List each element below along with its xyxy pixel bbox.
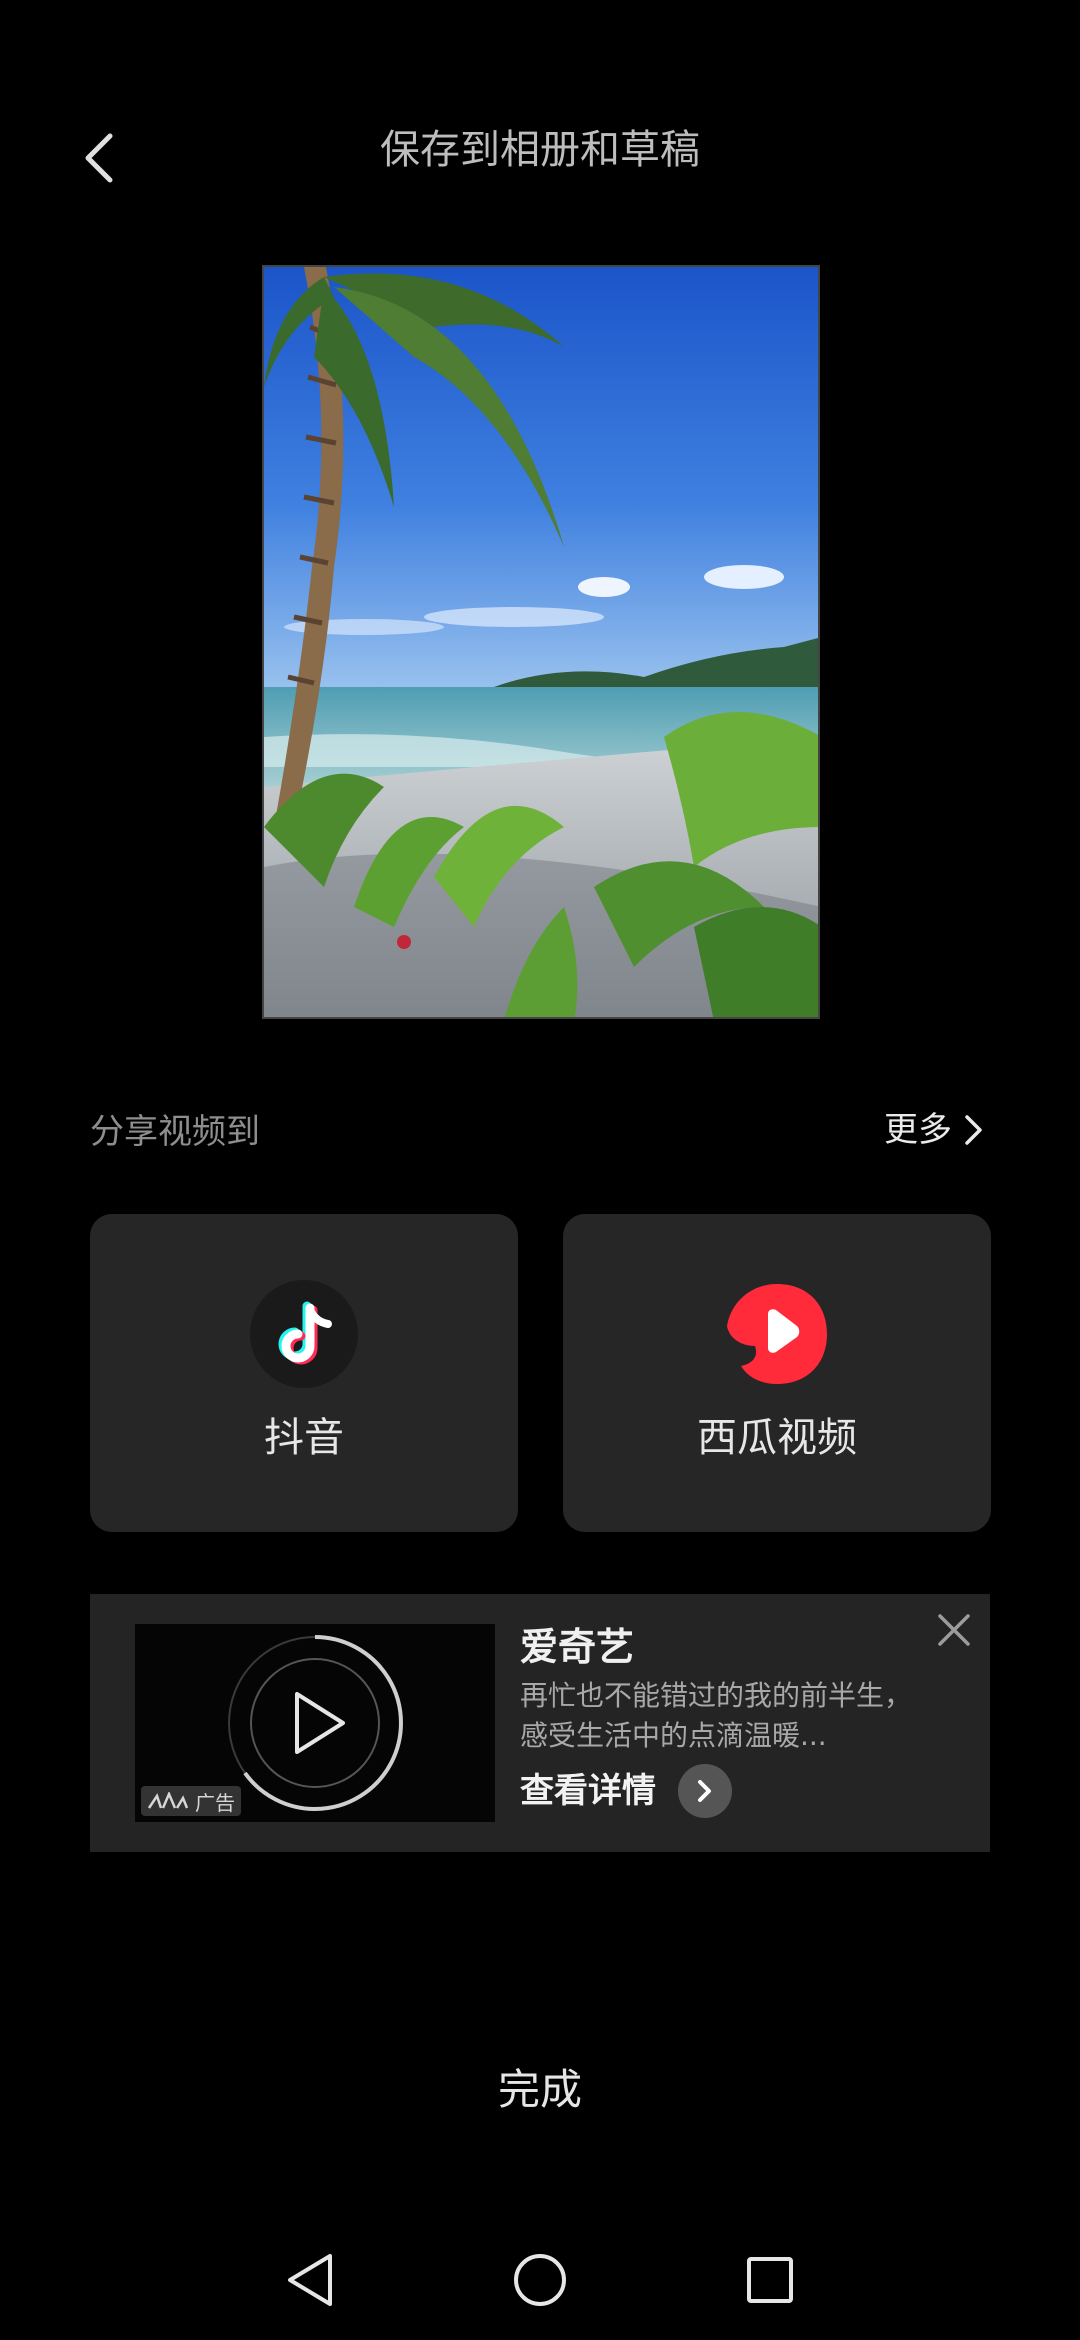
video-preview[interactable] (262, 265, 820, 1019)
more-label: 更多 (884, 1110, 952, 1150)
page-title: 保存到相册和草稿 (380, 127, 700, 173)
chevron-right-icon (678, 1764, 732, 1818)
nav-home-icon (514, 2254, 566, 2306)
share-section-label: 分享视频到 (90, 1112, 260, 1152)
share-target-name: 西瓜视频 (697, 1415, 857, 1461)
nav-back-icon (288, 2254, 332, 2306)
nav-back-button[interactable] (270, 2240, 350, 2320)
ad-title: 爱奇艺 (520, 1625, 635, 1669)
share-xigua-card[interactable]: 西瓜视频 (563, 1214, 991, 1532)
share-douyin-card[interactable]: 抖音 (90, 1214, 518, 1532)
nav-recent-icon (747, 2257, 793, 2303)
ad-tag-label: 广告 (195, 1790, 235, 1815)
xigua-icon (723, 1280, 831, 1388)
ad-details-button[interactable]: 查看详情 (520, 1764, 732, 1818)
nav-home-button[interactable] (500, 2240, 580, 2320)
ad-card[interactable]: 广告 爱奇艺 再忙也不能错过的我的前半生，感受生活中的点滴温暖... 查看详情 (90, 1594, 990, 1852)
nav-recent-button[interactable] (730, 2240, 810, 2320)
ad-logo-icon (147, 1792, 189, 1809)
douyin-icon (250, 1280, 358, 1388)
chevron-right-icon (965, 1115, 982, 1145)
ad-details-label: 查看详情 (520, 1771, 656, 1811)
ad-video-thumbnail[interactable]: 广告 (135, 1624, 495, 1822)
more-button[interactable]: 更多 (884, 1104, 984, 1156)
preview-image (264, 267, 818, 1017)
ad-tag: 广告 (141, 1786, 241, 1816)
close-icon (938, 1614, 970, 1646)
ad-description: 再忙也不能错过的我的前半生，感受生活中的点滴温暖... (520, 1679, 913, 1752)
share-target-name: 抖音 (264, 1415, 344, 1461)
ad-close-button[interactable] (932, 1608, 976, 1652)
done-button[interactable]: 完成 (0, 2060, 1080, 2120)
